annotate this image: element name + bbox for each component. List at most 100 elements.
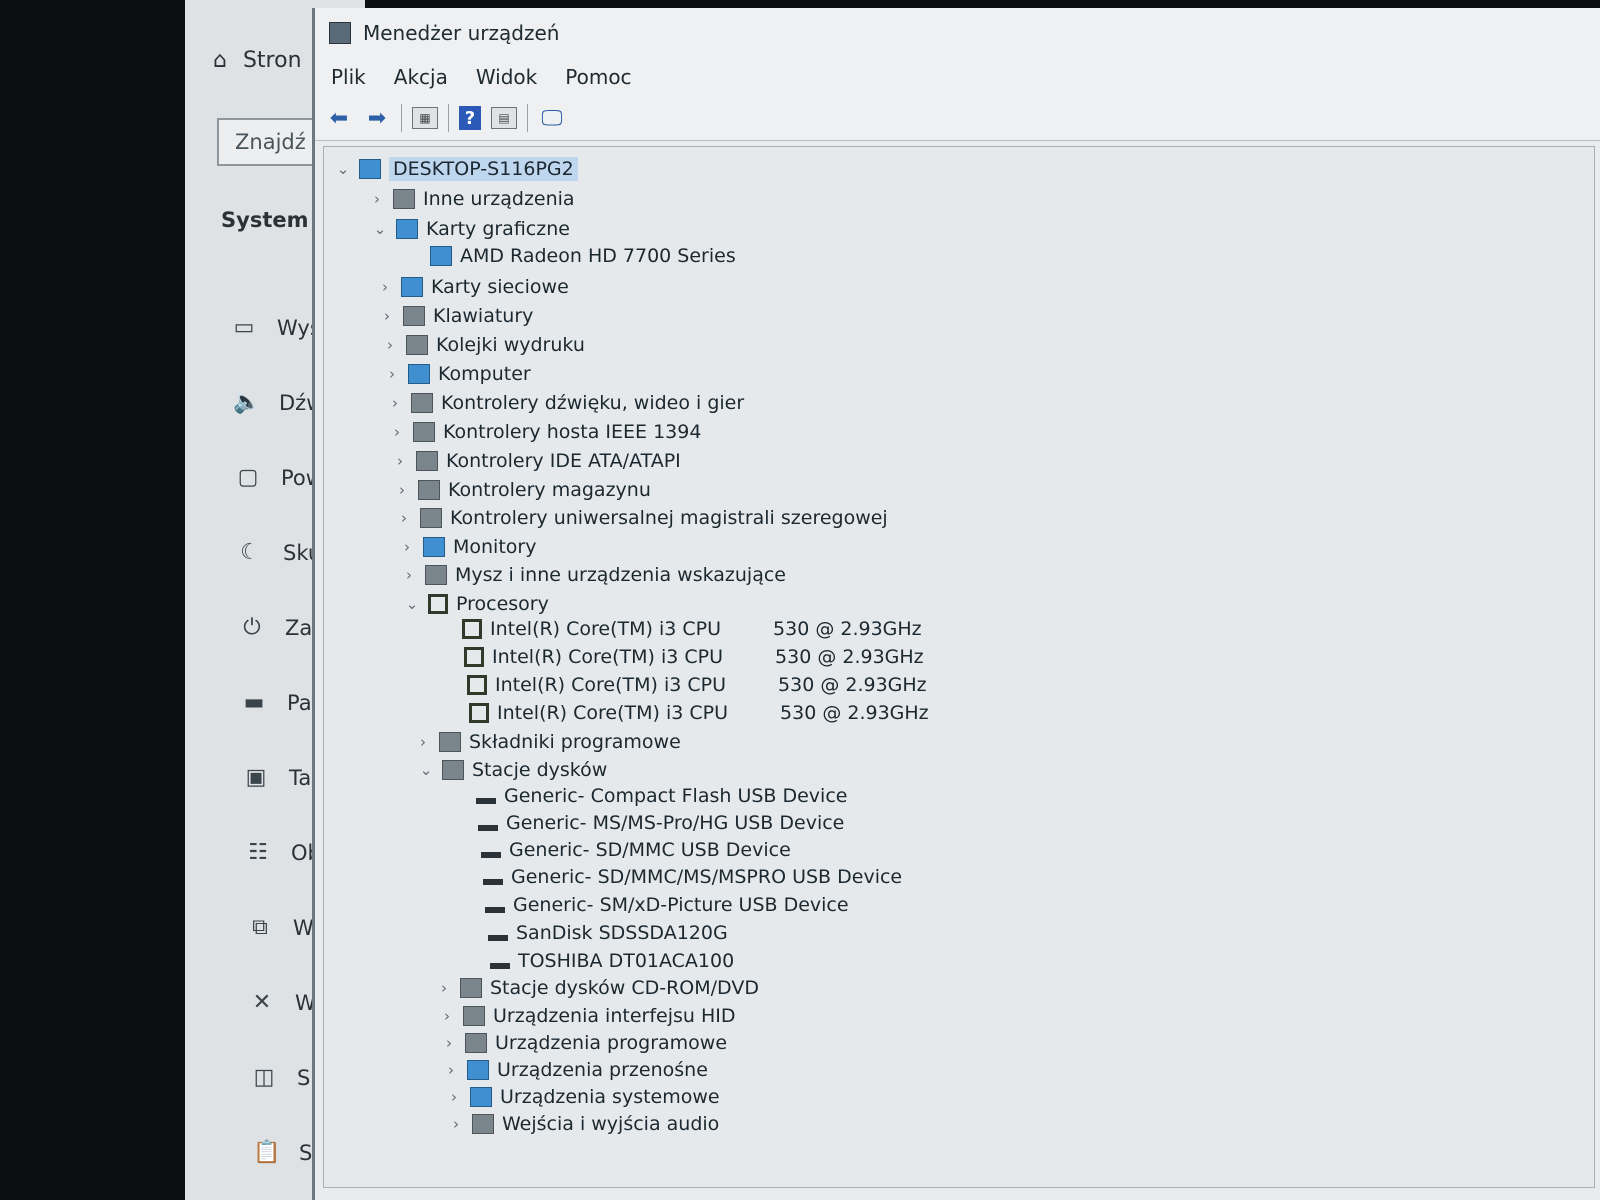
cpu-icon — [467, 675, 487, 695]
tree-node-label: Intel(R) Core(TM) i3 CPU — [497, 702, 729, 724]
menu-action[interactable]: Akcja — [394, 65, 448, 89]
clipboard-icon: 📋 — [253, 1140, 281, 1165]
chevron-right-icon[interactable]: › — [441, 1034, 457, 1052]
chevron-right-icon[interactable]: › — [392, 452, 408, 470]
tree-category-node[interactable]: ⌄ Karty graficzne — [372, 215, 570, 243]
menu-view[interactable]: Widok — [476, 65, 537, 89]
tree-device-node[interactable]: Generic- MS/MS-Pro/HG USB Device — [454, 809, 844, 837]
cpu-model-suffix: 530 @ 2.93GHz — [775, 646, 924, 668]
projecting-icon: ⧉ — [252, 915, 268, 940]
tree-category-node[interactable]: › Kontrolery IDE ATA/ATAPI — [392, 447, 681, 475]
properties-icon[interactable]: ▦ — [412, 107, 438, 129]
tree-category-node[interactable]: › Kontrolery magazynu — [394, 476, 651, 504]
chevron-down-icon[interactable]: ⌄ — [404, 595, 420, 613]
tree-category-node[interactable]: › Monitory — [399, 533, 536, 561]
tree-category-node[interactable]: › Wejścia i wyjścia audio — [448, 1110, 719, 1138]
tree-category-node[interactable]: › Urządzenia interfejsu HID — [439, 1002, 736, 1030]
tree-node-label: Intel(R) Core(TM) i3 CPU — [490, 618, 722, 640]
computer-icon — [408, 364, 430, 384]
chevron-right-icon[interactable]: › — [401, 566, 417, 584]
cpu-icon — [428, 594, 448, 614]
chevron-right-icon[interactable]: › — [384, 365, 400, 383]
device-manager-icon — [329, 22, 351, 44]
tree-category-node[interactable]: › Urządzenia systemowe — [446, 1083, 720, 1111]
menu-help[interactable]: Pomoc — [565, 65, 631, 89]
disk-drive-icon — [485, 907, 505, 913]
moon-icon: ☾ — [240, 540, 260, 565]
display-adapter-icon — [430, 246, 452, 266]
chevron-right-icon[interactable]: › — [379, 307, 395, 325]
chevron-right-icon[interactable]: › — [415, 733, 431, 751]
chevron-down-icon[interactable]: ⌄ — [335, 160, 351, 178]
tree-device-node[interactable]: Generic- Compact Flash USB Device — [452, 782, 847, 810]
portable-device-icon — [467, 1060, 489, 1080]
chevron-right-icon[interactable]: › — [382, 336, 398, 354]
view-icon[interactable]: ▤ — [491, 107, 517, 129]
tree-device-node[interactable]: SanDisk SDSSDA120G — [464, 919, 728, 947]
toolbar: ⬅ ➡ ▦ ? ▤ 🖵 — [315, 96, 1600, 141]
tree-node-label: Mysz i inne urządzenia wskazujące — [455, 564, 786, 586]
tree-category-node[interactable]: › Kontrolery hosta IEEE 1394 — [389, 418, 701, 446]
tree-node-label: Kontrolery uniwersalnej magistrali szere… — [450, 507, 888, 529]
tree-device-node[interactable]: Intel(R) Core(TM) i3 CPU 530 @ 2.93GHz — [440, 643, 924, 671]
tree-node-label: Wejścia i wyjścia audio — [502, 1113, 720, 1135]
tree-category-node[interactable]: › Klawiatury — [379, 302, 533, 330]
tree-node-label: Składniki programowe — [469, 731, 681, 753]
notification-icon: ▢ — [237, 465, 259, 490]
chevron-right-icon[interactable]: › — [394, 481, 410, 499]
help-icon[interactable]: ? — [459, 106, 481, 130]
chevron-right-icon[interactable]: › — [396, 509, 412, 527]
tree-node-label: Generic- MS/MS-Pro/HG USB Device — [506, 812, 845, 834]
chevron-down-icon[interactable]: ⌄ — [418, 761, 434, 779]
chevron-right-icon[interactable]: › — [443, 1061, 459, 1079]
chevron-right-icon[interactable]: › — [399, 538, 415, 556]
tree-category-node[interactable]: › Mysz i inne urządzenia wskazujące — [401, 561, 786, 589]
chevron-right-icon[interactable]: › — [377, 278, 393, 296]
chevron-right-icon[interactable]: › — [446, 1088, 462, 1106]
display-adapter-icon — [396, 219, 418, 239]
software-device-icon — [465, 1033, 487, 1053]
tree-category-node[interactable]: › Urządzenia przenośne — [443, 1056, 708, 1084]
tree-device-node[interactable]: Generic- SM/xD-Picture USB Device — [461, 891, 849, 919]
tree-device-node[interactable]: Intel(R) Core(TM) i3 CPU 530 @ 2.93GHz — [438, 615, 922, 643]
settings-home-link[interactable]: ⌂ Stron — [213, 48, 302, 73]
tree-device-node[interactable]: Intel(R) Core(TM) i3 CPU 530 @ 2.93GHz — [445, 699, 929, 727]
tree-category-node[interactable]: ⌄ Stacje dysków — [418, 756, 608, 784]
tree-category-node[interactable]: › Kontrolery uniwersalnej magistrali szer… — [396, 504, 888, 532]
tree-category-node[interactable]: › Komputer — [384, 360, 531, 388]
tree-device-node[interactable]: Generic- SD/MMC/MS/MSPRO USB Device — [459, 863, 902, 891]
tree-device-node[interactable]: AMD Radeon HD 7700 Series — [406, 242, 736, 270]
chevron-right-icon[interactable]: › — [448, 1115, 464, 1133]
tree-category-node[interactable]: › Inne urządzenia — [369, 185, 575, 213]
dvd-drive-icon — [460, 978, 482, 998]
tree-device-node[interactable]: TOSHIBA DT01ACA100 — [466, 947, 734, 975]
tree-category-node[interactable]: › Kolejki wydruku — [382, 331, 585, 359]
tree-category-node[interactable]: › Kontrolery dźwięku, wideo i gier — [387, 389, 744, 417]
tree-node-label: Inne urządzenia — [423, 188, 575, 210]
tree-device-node[interactable]: Generic- SD/MMC USB Device — [457, 836, 791, 864]
tree-root-node[interactable]: ⌄ DESKTOP-S116PG2 — [335, 155, 578, 183]
cpu-icon — [462, 619, 482, 639]
tree-category-node[interactable]: › Stacje dysków CD-ROM/DVD — [436, 974, 759, 1002]
home-icon: ⌂ — [213, 48, 227, 73]
chevron-right-icon[interactable]: › — [436, 979, 452, 997]
power-icon: ⏻ — [243, 615, 261, 640]
tree-node-label: SanDisk SDSSDA120G — [516, 922, 728, 944]
chevron-right-icon[interactable]: › — [439, 1007, 455, 1025]
tree-category-node[interactable]: ⌄ Procesory — [404, 590, 549, 618]
audio-io-icon — [472, 1114, 494, 1134]
forward-icon[interactable]: ➡ — [363, 105, 391, 131]
tree-node-label: Urządzenia interfejsu HID — [493, 1005, 736, 1027]
chevron-right-icon[interactable]: › — [389, 423, 405, 441]
tree-category-node[interactable]: › Karty sieciowe — [377, 273, 569, 301]
menu-file[interactable]: Plik — [331, 65, 366, 89]
tree-device-node[interactable]: Intel(R) Core(TM) i3 CPU 530 @ 2.93GHz — [443, 671, 927, 699]
chevron-right-icon[interactable]: › — [369, 190, 385, 208]
tree-node-label: Kontrolery dźwięku, wideo i gier — [441, 392, 745, 414]
monitor-scan-icon[interactable]: 🖵 — [538, 105, 566, 131]
tree-category-node[interactable]: › Urządzenia programowe — [441, 1029, 727, 1057]
tree-category-node[interactable]: › Składniki programowe — [415, 728, 681, 756]
chevron-right-icon[interactable]: › — [387, 394, 403, 412]
back-icon[interactable]: ⬅ — [325, 105, 353, 131]
chevron-down-icon[interactable]: ⌄ — [372, 220, 388, 238]
